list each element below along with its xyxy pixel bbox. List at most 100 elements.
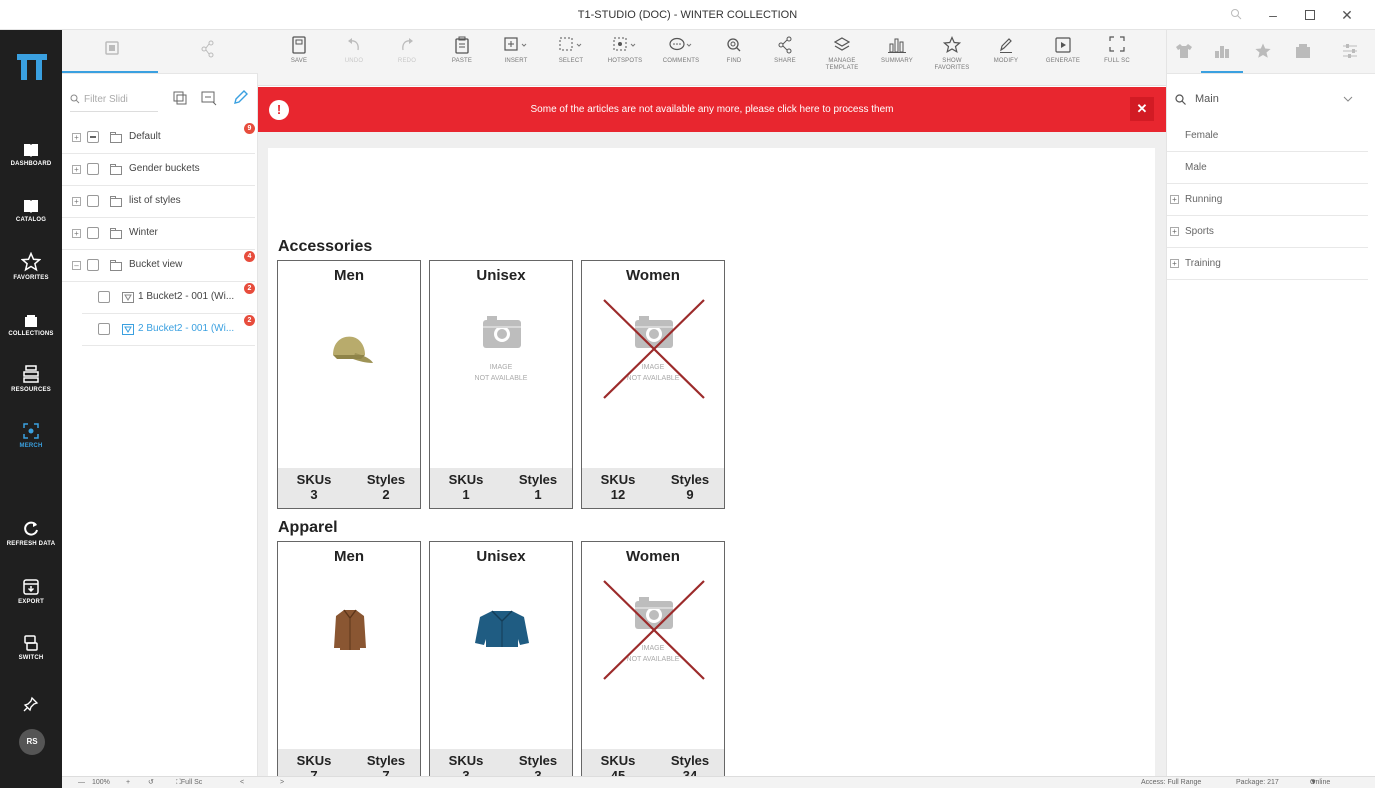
filter-placeholder: Filter Slidi	[84, 94, 128, 105]
nav-switch[interactable]: SWITCH	[0, 634, 62, 661]
find-button[interactable]: FIND	[709, 36, 759, 65]
comments-button[interactable]: COMMENTS	[656, 36, 706, 65]
bucket-card[interactable]: Women IMAGE NOT AVAILABLE SKUs 12 Styles 9	[581, 260, 725, 509]
slide-item-2[interactable]: 2 Bucket2 - 001 (Wi... 2	[82, 314, 255, 346]
filter-group-training[interactable]: + Training	[1167, 248, 1368, 280]
zoom-level: 100%	[92, 779, 110, 786]
prev-slide-button[interactable]: <	[240, 777, 244, 788]
bucket-title: Men	[334, 267, 364, 284]
bucket-card[interactable]: Men SKUs 3 Styles 2	[277, 260, 421, 509]
online-status[interactable]: Online ▼	[1310, 777, 1330, 788]
bucket-card[interactable]: Men SKUs 7 Styles 7	[277, 541, 421, 776]
nav-refresh-data[interactable]: REFRESH DATA	[0, 520, 62, 547]
expand-icon[interactable]: +	[72, 165, 81, 174]
insert-button[interactable]: INSERT	[491, 36, 541, 65]
add-slide-icon[interactable]	[201, 90, 217, 106]
slide-folder-default[interactable]: + Default 9	[62, 122, 255, 154]
select-label: SELECT	[558, 58, 584, 64]
main-search-dropdown[interactable]: Main	[1167, 83, 1368, 115]
expand-icon[interactable]: +	[1170, 195, 1179, 204]
expand-icon[interactable]: +	[1170, 227, 1179, 236]
slide-folder-bucket-view[interactable]: – Bucket view 4	[62, 250, 255, 282]
zoom-icon[interactable]	[1216, 0, 1256, 30]
checkbox[interactable]	[87, 131, 99, 143]
filter-group-sports[interactable]: + Sports	[1167, 216, 1368, 248]
bucket-card[interactable]: Unisex IMAGE NOT AVAILABLE SKUs 1 Styles 1	[429, 260, 573, 509]
manage-template-button[interactable]: MANAGE TEMPLATE	[817, 36, 867, 72]
checkbox[interactable]	[87, 195, 99, 207]
show-favorites-button[interactable]: SHOW FAVORITES	[927, 36, 977, 72]
bucket-title: Women	[626, 267, 680, 284]
paste-button[interactable]: PASTE	[437, 36, 487, 65]
left-nav: DASHBOARD CATALOG FAVORITES COLLECTIONS …	[0, 30, 62, 788]
filter-group-running[interactable]: + Running	[1167, 184, 1368, 216]
save-button[interactable]: SAVE	[274, 36, 324, 65]
fullscreen-toggle[interactable]: ⛶ Full Sc	[176, 777, 202, 788]
share-button[interactable]: SHARE	[760, 36, 810, 65]
slide-folder-gender-buckets[interactable]: + Gender buckets	[62, 154, 255, 186]
duplicate-icon[interactable]	[172, 90, 188, 106]
nav-resources[interactable]: RESOURCES	[0, 364, 62, 393]
hotspots-button[interactable]: HOTSPOTS	[600, 36, 650, 65]
select-button[interactable]: SELECT	[546, 36, 596, 65]
nav-collections[interactable]: COLLECTIONS	[0, 314, 62, 337]
slide-folder-winter[interactable]: + Winter	[62, 218, 255, 250]
checkbox[interactable]	[87, 259, 99, 271]
expand-icon[interactable]: +	[72, 229, 81, 238]
alert-message[interactable]: Some of the articles are not available a…	[258, 87, 1166, 132]
nav-pin[interactable]	[0, 696, 62, 712]
share-tab-icon[interactable]	[196, 38, 220, 60]
slides-tab-icon[interactable]	[100, 38, 124, 60]
bucket-footer: SKUs 45 Styles 34	[582, 749, 724, 776]
skus-count: SKUs 7	[296, 753, 332, 776]
bucket-card[interactable]: Unisex SKUs 3 Styles 3	[429, 541, 573, 776]
bucket-card[interactable]: Women IMAGE NOT AVAILABLE SKUs 45 Styles 3…	[581, 541, 725, 776]
redo-button[interactable]: REDO	[382, 36, 432, 65]
collapse-icon[interactable]: –	[72, 261, 81, 270]
nav-catalog[interactable]: CATALOG	[0, 198, 62, 223]
avatar[interactable]: RS	[19, 729, 45, 755]
close-window-button[interactable]: ✕	[1327, 0, 1367, 30]
collections-icon[interactable]	[1294, 42, 1312, 60]
edit-icon[interactable]	[232, 90, 248, 106]
slide-item-1[interactable]: 1 Bucket2 - 001 (Wi... 2	[82, 282, 255, 314]
next-slide-button[interactable]: >	[280, 777, 284, 788]
expand-icon[interactable]: +	[72, 197, 81, 206]
na-text: IMAGE	[489, 364, 513, 371]
nav-favorites[interactable]: FAVORITES	[0, 252, 62, 281]
star-icon[interactable]	[1254, 42, 1272, 60]
search-icon	[70, 94, 80, 104]
minimize-button[interactable]: –	[1253, 0, 1293, 30]
summary-button[interactable]: SUMMARY	[872, 36, 922, 65]
close-alert-button[interactable]: ✕	[1130, 97, 1154, 121]
modify-button[interactable]: MODIFY	[981, 36, 1031, 65]
slide-folder-list-of-styles[interactable]: + list of styles	[62, 186, 255, 218]
filter-slides-input[interactable]: Filter Slidi	[70, 88, 158, 112]
checkbox[interactable]	[98, 291, 110, 303]
filter-settings-icon[interactable]	[1341, 42, 1359, 60]
nav-merch[interactable]: MERCH	[0, 422, 62, 449]
articles-alert-banner[interactable]: ! Some of the articles are not available…	[258, 87, 1166, 132]
nav-dashboard[interactable]: DASHBOARD	[0, 142, 62, 167]
bucket-footer: SKUs 1 Styles 1	[430, 468, 572, 508]
expand-icon[interactable]: +	[72, 133, 81, 142]
generate-button[interactable]: GENERATE	[1038, 36, 1088, 65]
star-icon	[21, 252, 41, 272]
folder-icon	[110, 260, 122, 271]
right-tab-underline	[1201, 71, 1243, 73]
undo-button[interactable]: UNDO	[329, 36, 379, 65]
checkbox[interactable]	[98, 323, 110, 335]
reset-zoom-icon[interactable]: ↺	[148, 777, 154, 788]
maximize-button[interactable]	[1290, 0, 1330, 30]
zoom-out-button[interactable]: —	[78, 777, 85, 788]
expand-icon[interactable]: +	[1170, 259, 1179, 268]
shirt-icon[interactable]	[1175, 42, 1193, 60]
full-screen-button[interactable]: FULL SC	[1092, 36, 1142, 65]
checkbox[interactable]	[87, 163, 99, 175]
filter-item-female[interactable]: Female	[1167, 120, 1368, 152]
filter-item-male[interactable]: Male	[1167, 152, 1368, 184]
nav-export[interactable]: EXPORT	[0, 578, 62, 605]
chart-icon[interactable]	[1213, 42, 1231, 60]
zoom-in-button[interactable]: +	[126, 777, 130, 788]
checkbox[interactable]	[87, 227, 99, 239]
